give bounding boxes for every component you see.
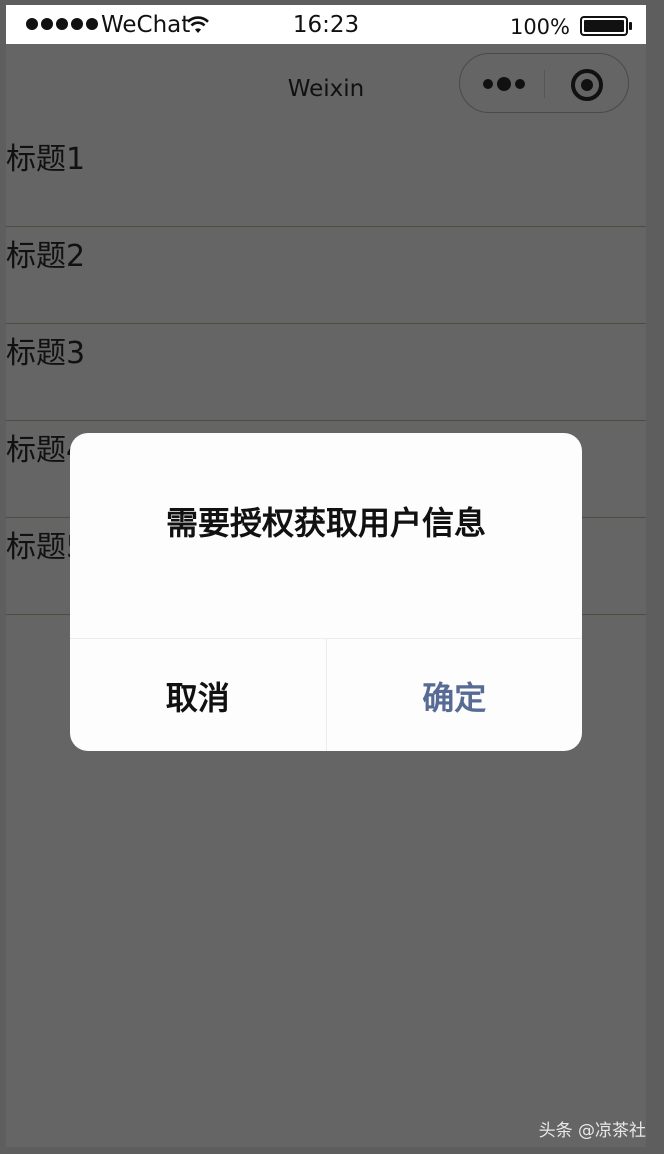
list-item[interactable]: 标题2 — [6, 227, 646, 324]
phone-screen: WeChat 16:23 100% Weixin 标题1 标题2 标题3 标题4… — [6, 5, 646, 1147]
menu-capsule — [459, 53, 629, 113]
battery-percentage: 100% — [509, 15, 570, 39]
dialog-actions: 取消 确定 — [70, 638, 582, 751]
list-item[interactable]: 标题3 — [6, 324, 646, 421]
authorization-dialog: 需要授权获取用户信息 取消 确定 — [70, 433, 582, 751]
list-item-label: 标题3 — [6, 336, 86, 371]
list-item-label: 标题2 — [6, 239, 86, 274]
confirm-button[interactable]: 确定 — [327, 639, 583, 751]
status-bar: WeChat 16:23 100% — [6, 5, 646, 44]
list-item-label: 标题1 — [6, 142, 86, 177]
dialog-title: 需要授权获取用户信息 — [165, 504, 486, 542]
screenshot-frame: WeChat 16:23 100% Weixin 标题1 标题2 标题3 标题4… — [0, 0, 664, 1154]
capsule-divider — [544, 70, 545, 98]
watermark: 头条 @凉茶社 — [538, 1121, 646, 1141]
close-target-icon[interactable] — [570, 68, 604, 102]
list-item[interactable]: 标题1 — [6, 130, 646, 227]
battery-icon — [580, 16, 632, 36]
more-icon[interactable] — [480, 73, 528, 95]
cancel-button[interactable]: 取消 — [70, 639, 327, 751]
